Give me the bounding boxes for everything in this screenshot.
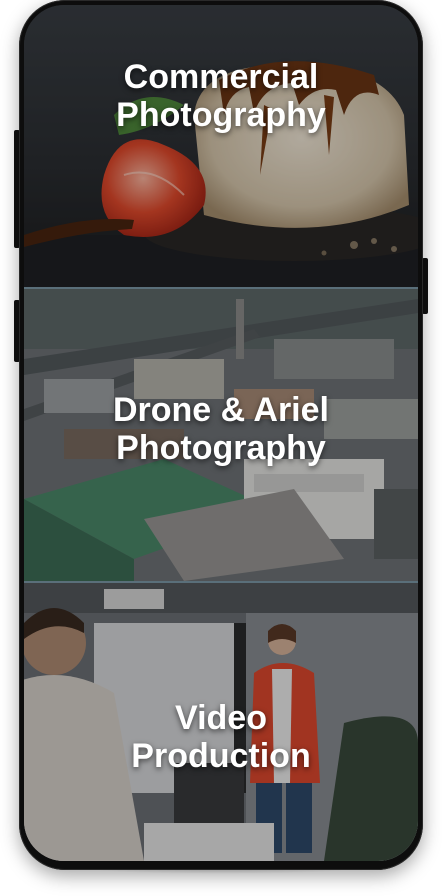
panel-overlay — [24, 5, 418, 287]
service-title: Video Production — [131, 699, 311, 775]
service-title: Drone & Ariel Photography — [112, 391, 329, 467]
app-mockup-stage: Commercial Photography Drone & Ariel Pho… — [0, 0, 442, 896]
service-title: Commercial Photography — [116, 58, 326, 134]
service-card-commercial-photography[interactable]: Commercial Photography — [24, 5, 418, 287]
service-card-video-production[interactable]: Video Production — [24, 583, 418, 861]
service-card-drone-photography[interactable]: Drone & Ariel Photography — [24, 289, 418, 581]
phone-screen: Commercial Photography Drone & Ariel Pho… — [24, 5, 418, 861]
